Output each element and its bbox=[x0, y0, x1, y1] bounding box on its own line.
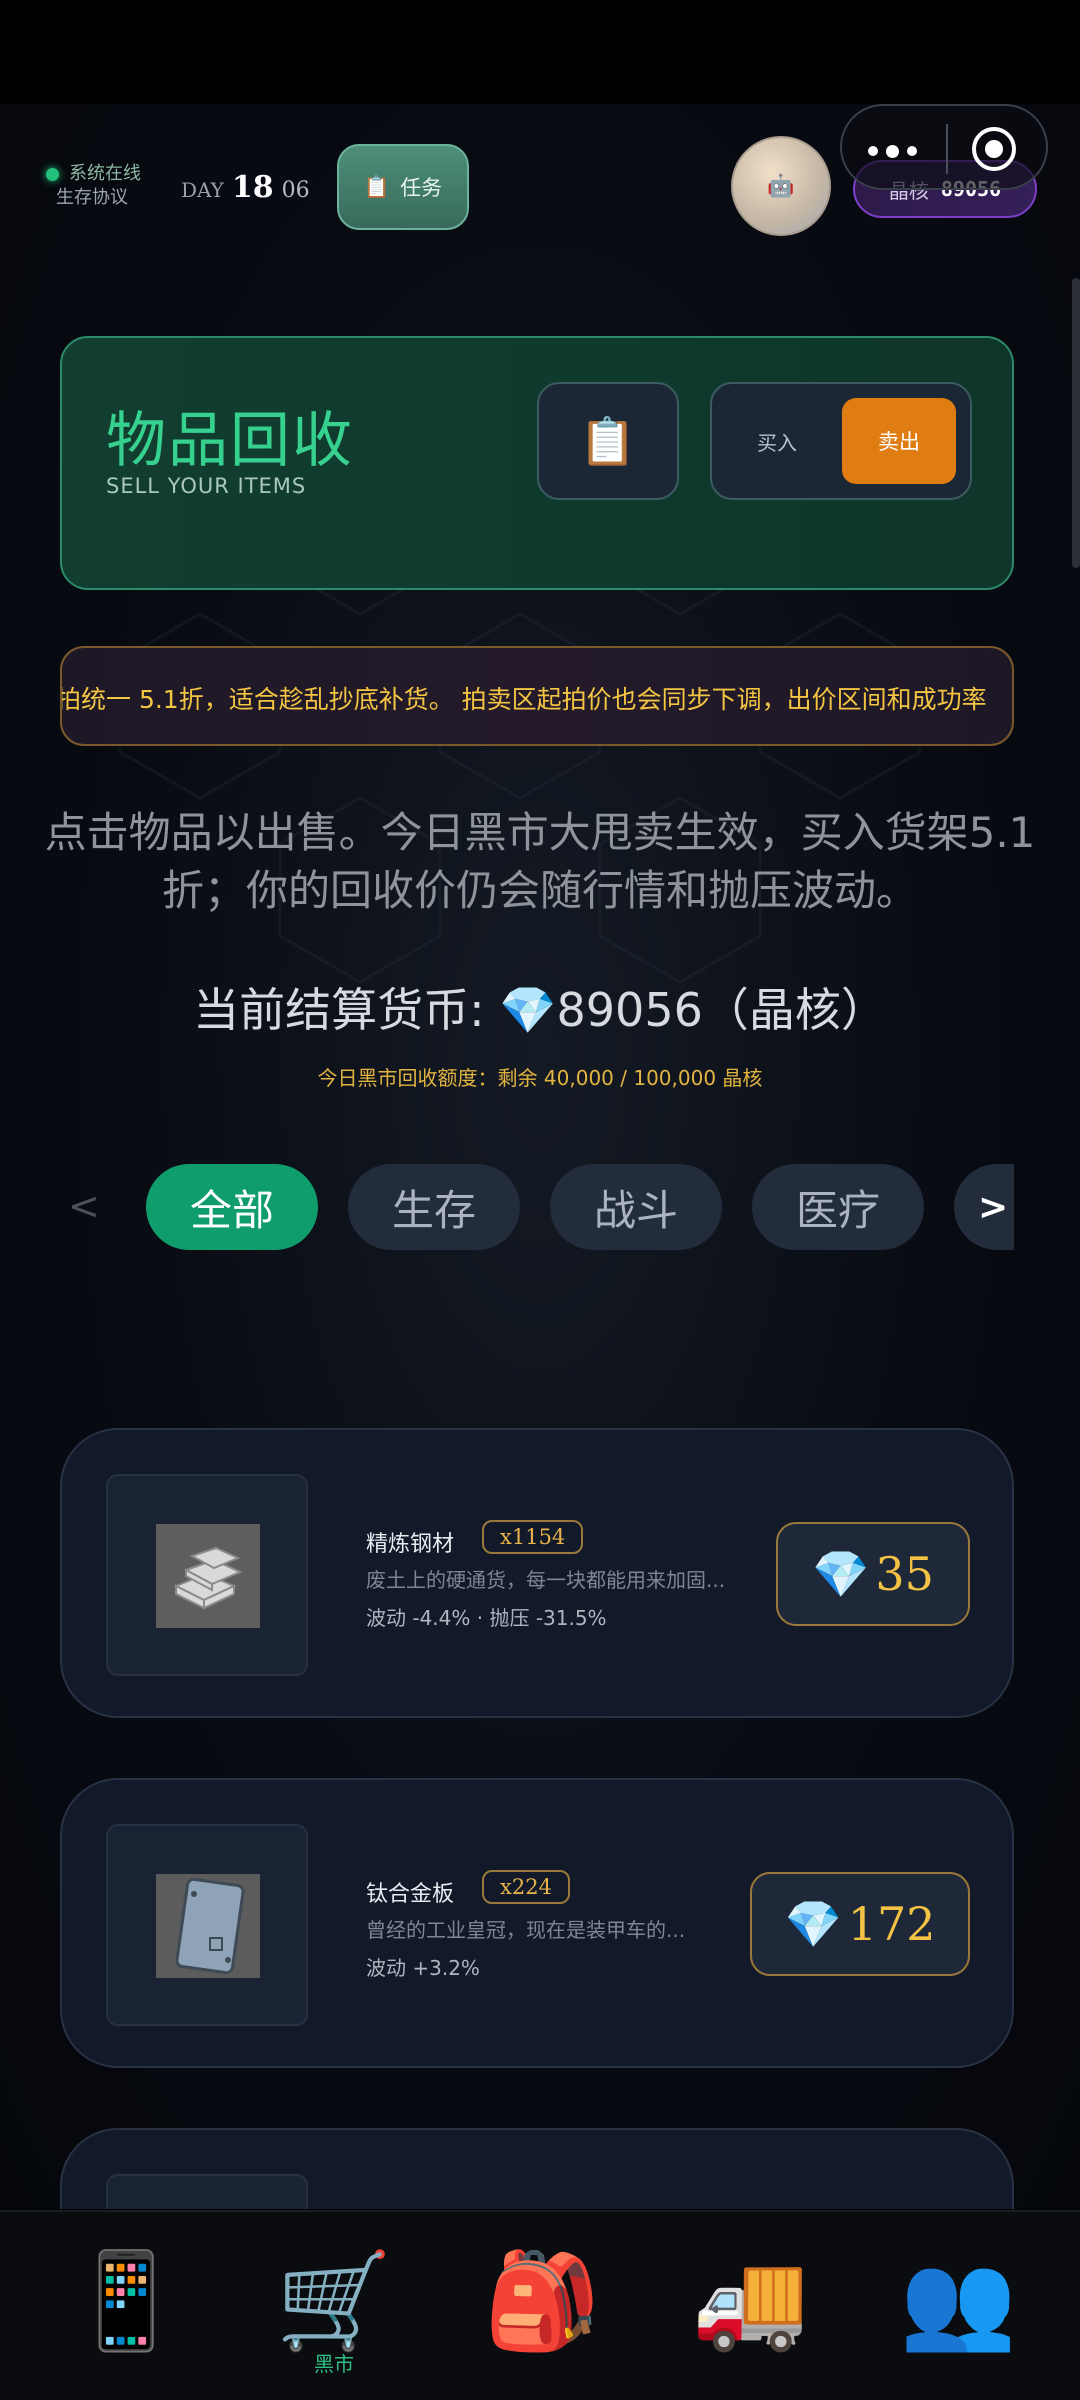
price-value: 35 bbox=[875, 1547, 934, 1601]
list-item[interactable]: 钛合金板 x224 曾经的工业皇冠，现在是装甲车的... 波动 +3.2% 💎 1… bbox=[60, 1778, 1014, 2068]
list-item[interactable]: 精炼钢材 x1154 废土上的硬通货，每一块都能用来加固... 波动 -4.4%… bbox=[60, 1428, 1014, 1718]
clipboard-icon: 📋 bbox=[579, 413, 637, 468]
nav-item-phone[interactable]: 📱 bbox=[66, 2252, 186, 2352]
marquee-text: 拍统一 5.1折，适合趁乱抄底补货。 拍卖区起拍价也会同步下调，出价区间和成功率 bbox=[60, 685, 987, 714]
online-dot-icon bbox=[46, 167, 59, 181]
gem-icon: 💎 bbox=[812, 1546, 870, 1601]
protocol-label: 生存协议 bbox=[56, 187, 128, 208]
steel-ingots-icon bbox=[156, 1524, 260, 1628]
price-value: 172 bbox=[847, 1897, 936, 1951]
item-stats: 波动 -4.4% · 抛压 -31.5% bbox=[366, 1606, 607, 1630]
tab-all[interactable]: 全部 bbox=[146, 1164, 318, 1250]
tab-medical[interactable]: 医疗 bbox=[752, 1164, 924, 1250]
system-status: 系统在线 生存协议 bbox=[46, 162, 141, 210]
sell-tab[interactable]: 卖出 bbox=[842, 398, 956, 484]
item-list: 精炼钢材 x1154 废土上的硬通货，每一块都能用来加固... 波动 -4.4%… bbox=[0, 1322, 1080, 2209]
tab-combat[interactable]: 战斗 bbox=[550, 1164, 722, 1250]
clipboard-button[interactable]: 📋 bbox=[537, 382, 679, 500]
item-quantity: x1154 bbox=[482, 1520, 584, 1554]
day-sub: 06 bbox=[281, 178, 310, 203]
backpack-icon: 🎒 bbox=[483, 2247, 601, 2356]
online-label: 系统在线 bbox=[69, 163, 141, 184]
announcement-marquee: 拍统一 5.1折，适合趁乱抄底补货。 拍卖区起拍价也会同步下调，出价区间和成功率 bbox=[60, 646, 1014, 746]
tabs-right-arrow-icon[interactable]: > bbox=[954, 1164, 1014, 1250]
settlement-currency: 当前结算货币: 💎89056（晶核） bbox=[193, 983, 887, 1037]
close-target-icon[interactable] bbox=[972, 127, 1016, 171]
more-menu-icon[interactable] bbox=[868, 145, 917, 158]
item-thumbnail bbox=[106, 1824, 308, 2026]
page-title: 物品回收 bbox=[106, 406, 354, 476]
shopping-cart-icon: 🛒 bbox=[275, 2247, 393, 2356]
sell-price-button[interactable]: 💎 172 bbox=[750, 1872, 970, 1976]
item-description: 曾经的工业皇冠，现在是装甲车的... bbox=[366, 1918, 686, 1942]
nav-item-backpack[interactable]: 🎒 bbox=[482, 2252, 602, 2352]
bottom-nav: 📱 🛒 黑市 🎒 🚚 👥 bbox=[0, 2210, 1080, 2400]
team-icon: 👥 bbox=[899, 2247, 1017, 2356]
item-thumbnail bbox=[106, 2174, 308, 2209]
titanium-plate-icon bbox=[156, 1874, 260, 1978]
scrollbar[interactable] bbox=[1072, 278, 1080, 568]
buy-tab[interactable]: 买入 bbox=[712, 384, 842, 498]
item-name: 精炼钢材 bbox=[366, 1532, 455, 1557]
sell-price-button[interactable]: 💎 35 bbox=[776, 1522, 970, 1626]
category-tabs: < 全部 生存 战斗 医疗 > bbox=[0, 1164, 1080, 1254]
tab-survival[interactable]: 生存 bbox=[348, 1164, 520, 1250]
item-stats: 波动 +3.2% bbox=[366, 1956, 480, 1980]
recycle-quota: 今日黑市回收额度：剩余 40,000 / 100,000 晶核 bbox=[317, 1066, 763, 1090]
gem-icon: 💎 bbox=[784, 1896, 842, 1951]
day-counter: DAY 18 06 bbox=[181, 170, 310, 205]
item-quantity: x224 bbox=[482, 1870, 570, 1904]
day-number: 18 bbox=[231, 170, 274, 205]
avatar[interactable]: 🤖 bbox=[731, 136, 831, 236]
task-button-label: 任务 bbox=[400, 176, 443, 200]
nav-item-team[interactable]: 👥 bbox=[898, 2252, 1018, 2352]
item-thumbnail bbox=[106, 1474, 308, 1676]
task-button[interactable]: 📋 任务 bbox=[337, 144, 469, 230]
buy-sell-toggle: 买入 卖出 bbox=[710, 382, 972, 500]
page-subtitle: SELL YOUR ITEMS bbox=[106, 474, 307, 498]
capsule-divider bbox=[946, 124, 948, 174]
app-screen: 系统在线 生存协议 DAY1806 📋 任务 🤖 晶核 89056 物品回收 S… bbox=[0, 104, 1080, 2209]
nav-item-black-market[interactable]: 🛒 黑市 bbox=[274, 2252, 394, 2377]
phone-icon: 📱 bbox=[67, 2247, 185, 2356]
clipboard-icon: 📋 bbox=[363, 174, 391, 199]
item-description: 废土上的硬通货，每一块都能用来加固... bbox=[366, 1568, 726, 1592]
day-label: DAY bbox=[181, 178, 224, 202]
tabs-left-arrow-icon[interactable]: < bbox=[68, 1184, 100, 1228]
item-name: 钛合金板 bbox=[366, 1882, 455, 1907]
nav-item-truck[interactable]: 🚚 bbox=[690, 2252, 810, 2352]
robot-face-icon: 🤖 bbox=[767, 173, 795, 199]
recycle-header-card: 物品回收 SELL YOUR ITEMS 📋 买入 卖出 bbox=[60, 336, 1014, 590]
list-item[interactable] bbox=[60, 2128, 1014, 2209]
mini-program-capsule bbox=[840, 104, 1048, 190]
sell-notice: 点击物品以出售。今日黑市大甩卖生效，买入货架5.1折；你的回收价仍会随行情和抛压… bbox=[44, 808, 1036, 915]
truck-icon: 🚚 bbox=[691, 2247, 809, 2356]
